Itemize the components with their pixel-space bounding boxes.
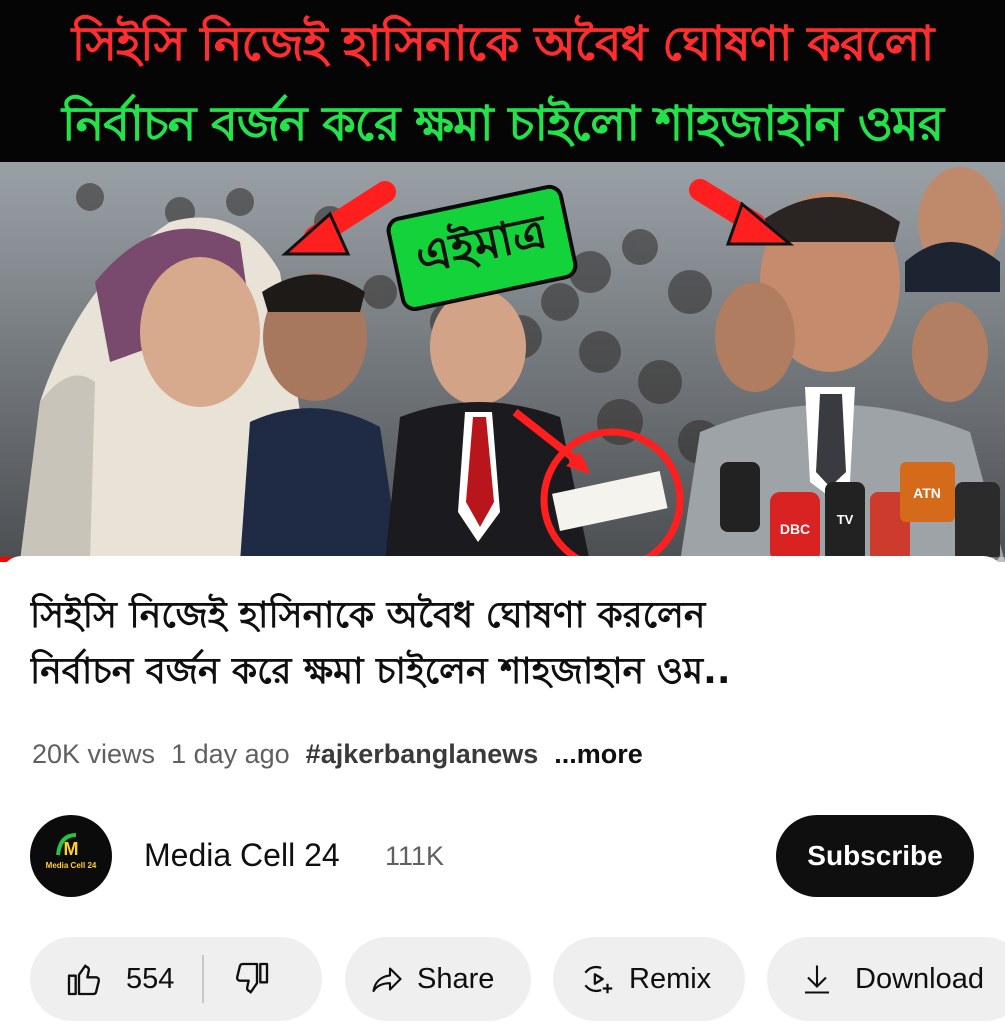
mic-label-tv: TV	[837, 512, 854, 527]
thumbs-up-icon	[67, 964, 101, 996]
remix-label: Remix	[629, 962, 712, 995]
like-count: 554	[126, 962, 175, 995]
share-icon	[372, 967, 402, 993]
more-description-link[interactable]: ...more	[554, 739, 643, 770]
like-dislike-pill: 554	[30, 937, 322, 1021]
channel-avatar[interactable]: M Media Cell 24	[30, 815, 112, 897]
download-icon	[805, 965, 829, 994]
video-title[interactable]: সিইসি নিজেই হাসিনাকে অবৈধ ঘোষণা করলেন নি…	[30, 588, 980, 700]
channel-avatar-caption: Media Cell 24	[45, 861, 97, 870]
channel-row: M Media Cell 24 Media Cell 24 111K Subsc…	[30, 815, 980, 899]
subscribe-button[interactable]: Subscribe	[776, 815, 974, 897]
view-count: 20K views	[32, 738, 156, 769]
remix-button[interactable]: Remix	[553, 937, 745, 1021]
video-title-line-1: সিইসি নিজেই হাসিনাকে অবৈধ ঘোষণা করলেন	[30, 595, 706, 636]
video-meta-row[interactable]: 20K views 1 day ago #ajkerbanglanews ...…	[32, 734, 659, 774]
thumbs-down-icon	[236, 962, 269, 994]
share-button[interactable]: Share	[345, 937, 531, 1021]
subscriber-count: 111K	[385, 841, 445, 871]
mic-label-atn: ATN	[913, 485, 941, 501]
svg-text:M: M	[64, 839, 79, 859]
channel-name[interactable]: Media Cell 24	[144, 837, 340, 874]
action-row: 554 Share Remix Download	[0, 937, 1005, 1023]
thumbnail-headline-line-1: সিইসি নিজেই হাসিনাকে অবৈধ ঘোষণা করলো	[71, 16, 935, 72]
video-title-line-2: নির্বাচন বর্জন করে ক্ষমা চাইলেন শাহজাহান…	[30, 651, 731, 692]
download-button[interactable]: Download	[767, 937, 1005, 1021]
download-label: Download	[855, 962, 984, 995]
like-divider	[202, 955, 205, 1003]
upload-age: 1 day ago	[171, 738, 290, 769]
remix-icon	[584, 965, 613, 994]
thumbnail-headline-band: সিইসি নিজেই হাসিনাকে অবৈধ ঘোষণা করলো নির…	[0, 0, 1005, 162]
mic-label-dbc: DBC	[780, 521, 810, 537]
hashtag-link[interactable]: #ajkerbanglanews	[306, 739, 539, 770]
channel-logo-icon: M	[56, 833, 79, 859]
dislike-button[interactable]	[232, 959, 272, 999]
share-label: Share	[417, 962, 495, 995]
thumbnail-headline-line-2: নির্বাচন বর্জন করে ক্ষমা চাইলো শাহজাহান …	[61, 96, 944, 152]
video-thumbnail[interactable]: সিইসি নিজেই হাসিনাকে অবৈধ ঘোষণা করলো নির…	[0, 0, 1005, 562]
like-button[interactable]: 554	[64, 959, 174, 999]
